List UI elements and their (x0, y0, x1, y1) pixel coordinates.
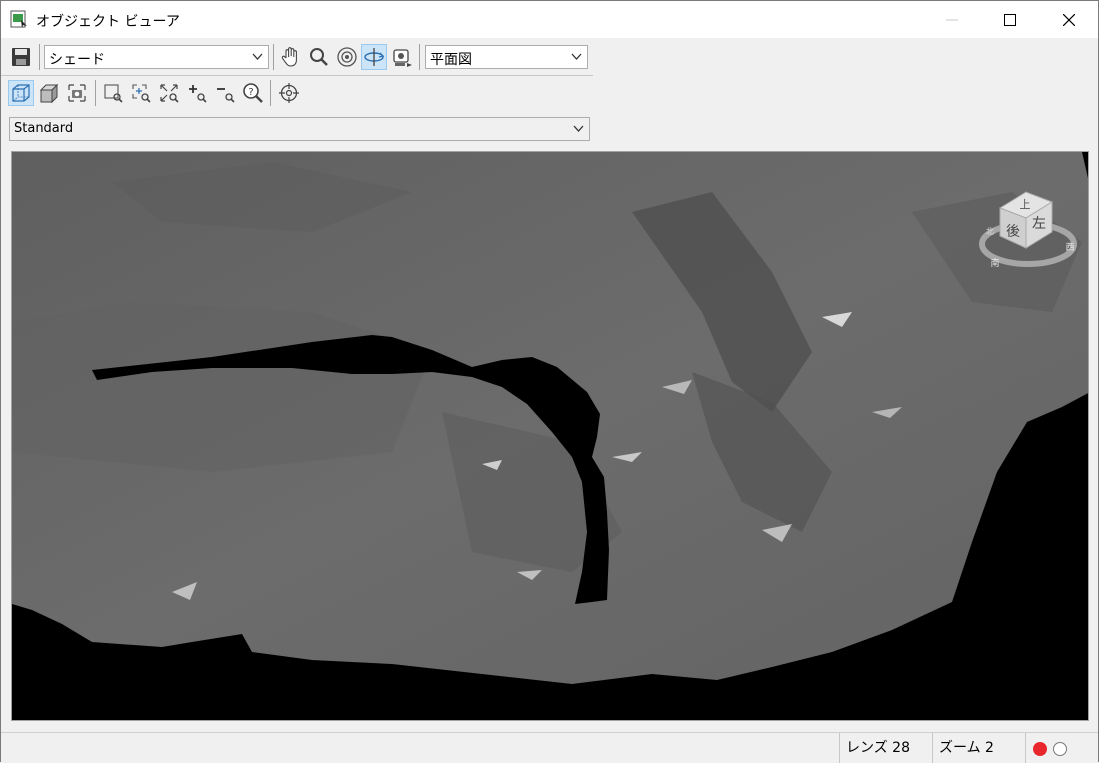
zoom-extents-icon (132, 84, 151, 103)
save-icon (12, 48, 30, 66)
chevron-down-icon (573, 125, 584, 132)
visual-style-value: Standard (14, 121, 74, 136)
solid-button[interactable] (36, 80, 62, 106)
toolbar-separator (419, 44, 420, 70)
zoom-previous-button[interactable]: ? (240, 80, 266, 106)
wireframe-button[interactable] (8, 80, 34, 106)
camera-icon (393, 49, 412, 67)
viewcube-ring-left-label: 南 (990, 257, 999, 269)
window-title: オブジェクト ビューア (36, 14, 180, 30)
app-icon (10, 10, 27, 28)
3d-viewport[interactable]: 上 後 左 南 西 北 (11, 151, 1089, 721)
maximize-icon (1004, 13, 1016, 26)
orbit-center-button[interactable] (334, 44, 360, 70)
chevron-down-icon (252, 53, 263, 60)
zoom-out-button[interactable] (212, 80, 238, 106)
viewcube-ring-top-label: 北 (986, 227, 994, 236)
camera-view-button[interactable] (389, 44, 415, 70)
viewcube-front-label: 後 (1006, 224, 1020, 240)
viewcube-side-label: 左 (1032, 216, 1046, 232)
orbit-button[interactable] (361, 44, 387, 70)
viewcube-icon[interactable]: 上 後 左 南 西 北 (978, 186, 1082, 278)
toolbar-main: シェード 平面図 (1, 39, 593, 76)
zoom-button[interactable] (306, 44, 332, 70)
orbit-icon (364, 48, 385, 66)
toolbar-view: ? (1, 76, 593, 111)
close-icon (1063, 13, 1075, 26)
zoom-icon (310, 48, 328, 66)
target-icon (279, 83, 299, 103)
terrain-mesh (12, 152, 1088, 720)
save-button[interactable] (8, 44, 34, 70)
fit-all-icon (160, 84, 179, 103)
orbit-center-icon (337, 47, 357, 67)
zoom-window-button[interactable] (100, 80, 126, 106)
view-value: 平面図 (430, 52, 472, 68)
minimize-button[interactable] (923, 1, 981, 38)
object-viewer-window: オブジェクト ビューア シェード 平面図 ? Standard 上 後 左 南 … (0, 0, 1099, 763)
close-button[interactable] (1040, 1, 1098, 38)
minimize-icon (946, 19, 958, 20)
zoom-question-icon: ? (243, 83, 263, 103)
capture-button[interactable] (64, 80, 90, 106)
zoom-out-icon (217, 88, 235, 103)
zoom-in-button[interactable] (184, 80, 210, 106)
zoom-extents-button[interactable] (128, 80, 154, 106)
visual-style-select[interactable]: Standard (9, 117, 590, 141)
solid-cube-icon (39, 83, 59, 104)
display-mode-value: シェード (49, 52, 105, 68)
target-button[interactable] (276, 80, 302, 106)
zoom-window-icon (104, 84, 123, 103)
status-bar: レンズ 28 ズーム 2 (1, 732, 1098, 763)
viewcube-top-label: 上 (1020, 198, 1031, 211)
title-bar: オブジェクト ビューア (1, 1, 1098, 38)
chevron-down-icon (571, 53, 582, 60)
view-select[interactable]: 平面図 (425, 45, 588, 69)
lens-status: レンズ 28 (839, 733, 932, 763)
zoom-status: ズーム 2 (932, 733, 1025, 763)
zoom-in-icon (189, 85, 207, 103)
pan-button[interactable] (278, 44, 304, 70)
white-status-light[interactable] (1053, 742, 1067, 756)
display-mode-select[interactable]: シェード (44, 45, 269, 69)
toolbar-separator (270, 80, 271, 106)
toolbar-separator (39, 44, 40, 70)
wireframe-cube-icon (12, 84, 30, 102)
pan-hand-icon (281, 47, 297, 67)
toolbar-separator (273, 44, 274, 70)
fit-all-button[interactable] (156, 80, 182, 106)
red-status-light[interactable] (1033, 742, 1047, 756)
camera-capture-icon (68, 84, 86, 102)
maximize-button[interactable] (981, 1, 1039, 38)
viewcube-ring-right-label: 西 (1065, 242, 1074, 253)
svg-text:?: ? (248, 87, 253, 98)
toolbar-separator (95, 80, 96, 106)
